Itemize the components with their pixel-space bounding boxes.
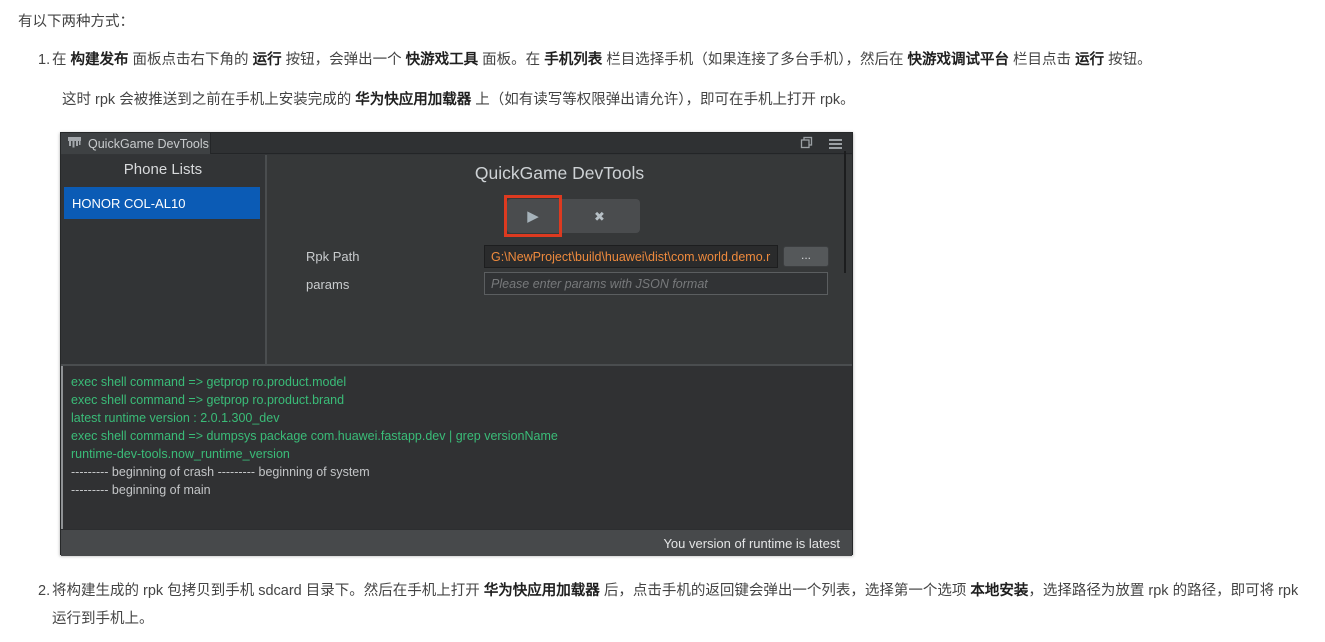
run-button[interactable]: ▶ — [507, 199, 559, 233]
documentation-page: 有以下两种方式： 1. 在 构建发布 面板点击右下角的 运行 按钮，会弹出一个 … — [0, 0, 1307, 633]
intro-text: 有以下两种方式： — [18, 14, 134, 30]
list-marker: 1. — [38, 52, 51, 68]
status-bar: You version of runtime is latest — [61, 529, 852, 556]
text-segment: 这时 rpk 会被推送到之前在手机上安装完成的 — [62, 92, 356, 108]
text-segment: 运行 — [1075, 52, 1105, 68]
text-segment: 后，点击手机的返回键会弹出一个列表，选择第一个选项 — [599, 583, 971, 599]
text-segment: 面板。在 — [478, 52, 545, 68]
text-segment: 华为快应用加载器 — [355, 92, 472, 108]
text-segment: 面板点击右下角的 — [128, 52, 253, 68]
tool-window-icon — [67, 136, 82, 151]
phone-lists-panel: Phone Lists HONOR COL-AL10 — [61, 155, 265, 364]
text-segment: 栏目选择手机（如果连接了多台手机），然后在 — [602, 52, 908, 68]
text-segment: 按钮，会弹出一个 — [281, 52, 406, 68]
text-segment: 快游戏调试平台 — [907, 52, 1010, 68]
list-item: 2. 将构建生成的 rpk 包拷贝到手机 sdcard 目录下。然后在手机上打开… — [18, 577, 1307, 633]
window-tab[interactable]: QuickGame DevTools — [61, 133, 211, 154]
text-segment: 上（如有读写等权限弹出请允许），即可在手机上打开 rpk。 — [471, 92, 855, 108]
text-segment: 栏目点击 — [1009, 52, 1076, 68]
devtools-panel: QuickGame DevTools ▶ ✖ Rpk Path G:\NewPr… — [267, 155, 852, 364]
list-marker: 2. — [38, 583, 51, 599]
instruction-paragraph: 将构建生成的 rpk 包拷贝到手机 sdcard 目录下。然后在手机上打开 华为… — [52, 577, 1307, 633]
stop-button[interactable]: ✖ — [559, 199, 640, 233]
instruction-paragraph: 在 构建发布 面板点击右下角的 运行 按钮，会弹出一个 快游戏工具 面板。在 手… — [52, 46, 1307, 74]
text-segment: 按钮。 — [1104, 52, 1152, 68]
window-body: Phone Lists HONOR COL-AL10 QuickGame Dev… — [61, 155, 852, 364]
window-title: QuickGame DevTools — [88, 136, 209, 151]
window-header: QuickGame DevTools — [61, 133, 852, 154]
text-segment: 华为快应用加载器 — [483, 583, 600, 599]
vertical-scrollbar[interactable] — [844, 151, 846, 273]
phone-list-item[interactable]: HONOR COL-AL10 — [64, 187, 260, 219]
list-item: 1. 在 构建发布 面板点击右下角的 运行 按钮，会弹出一个 快游戏工具 面板。… — [18, 46, 1307, 556]
play-icon: ▶ — [527, 207, 539, 225]
instruction-paragraph: 这时 rpk 会被推送到之前在手机上安装完成的 华为快应用加载器 上（如有读写等… — [62, 86, 1307, 114]
rpk-path-label: Rpk Path — [306, 249, 360, 264]
params-label: params — [306, 277, 350, 292]
browse-button[interactable]: ... — [783, 246, 829, 267]
rpk-path-input[interactable] — [484, 245, 778, 268]
status-message: You version of runtime is latest — [663, 535, 840, 551]
quickgame-devtools-window: QuickGame DevTools Phone Lists HONOR COL… — [60, 132, 853, 556]
text-segment: 运行 — [252, 52, 282, 68]
console-output[interactable]: exec shell command => getprop ro.product… — [61, 366, 852, 529]
console-line: exec shell command => getprop ro.product… — [71, 375, 347, 389]
console-line: exec shell command => getprop ro.product… — [71, 393, 345, 407]
devtools-panel-title: QuickGame DevTools — [474, 163, 645, 183]
phone-lists-title: Phone Lists — [123, 161, 203, 178]
text-segment: 快游戏工具 — [405, 52, 479, 68]
text-segment: 将构建生成的 rpk 包拷贝到手机 sdcard 目录下。然后在手机上打开 — [52, 583, 484, 599]
console-line: latest runtime version : 2.0.1.300_dev — [71, 411, 280, 425]
text-segment: 在 — [52, 52, 71, 68]
close-icon: ✖ — [594, 208, 605, 224]
run-stop-button-group: ▶ ✖ — [507, 199, 640, 233]
console-line: --------- beginning of main — [71, 483, 211, 497]
instruction-list: 1. 在 构建发布 面板点击右下角的 运行 按钮，会弹出一个 快游戏工具 面板。… — [18, 46, 1307, 633]
params-input[interactable] — [484, 272, 828, 295]
console-line: runtime-dev-tools.now_runtime_version — [71, 447, 290, 461]
text-segment: 本地安装 — [970, 583, 1029, 599]
text-segment: 手机列表 — [544, 52, 603, 68]
console-line: --------- beginning of crash --------- b… — [71, 465, 370, 479]
text-segment: 构建发布 — [70, 52, 129, 68]
console-line: exec shell command => dumpsys package co… — [71, 429, 558, 443]
menu-icon[interactable] — [829, 137, 842, 151]
float-window-icon[interactable] — [800, 136, 813, 152]
